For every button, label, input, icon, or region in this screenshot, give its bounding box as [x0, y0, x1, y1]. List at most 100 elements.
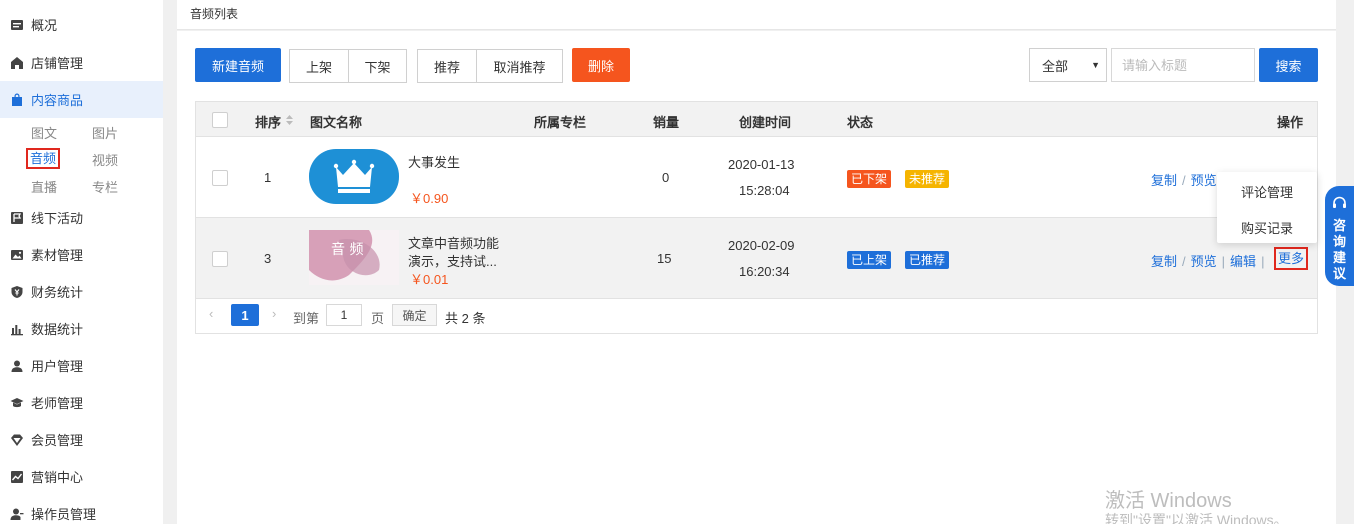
search-input[interactable]	[1111, 48, 1255, 82]
sidebar-item-label: 操作员管理	[31, 507, 97, 522]
overview-icon	[10, 18, 24, 32]
sidebar-item-label: 会员管理	[31, 433, 84, 448]
status-badge-unshelved: 已下架	[847, 170, 892, 188]
sidebar-item-label: 用户管理	[31, 359, 84, 374]
column-header-created: 创建时间	[739, 115, 792, 130]
row-date: 2020-02-09	[728, 238, 795, 253]
copy-link[interactable]: 复制	[1151, 254, 1177, 269]
sidebar-item-label: 数据统计	[31, 322, 84, 337]
page-number-current[interactable]: 1	[231, 304, 259, 326]
column-header-sales: 销量	[653, 115, 680, 130]
crown-thumbnail[interactable]	[309, 149, 399, 204]
more-button[interactable]: 更多	[1274, 247, 1309, 270]
shelve-button[interactable]: 上架	[289, 49, 349, 83]
column-header-actions: 操作	[1277, 115, 1304, 130]
flag-icon	[10, 211, 24, 225]
user-icon	[10, 359, 24, 373]
row-actions: 复制 / 预览 | 编辑 |	[1151, 251, 1269, 270]
sidebar-item-teachers[interactable]: 老师管理	[0, 384, 163, 421]
caret-down-icon: ▼	[1091, 60, 1100, 70]
goto-page-input[interactable]	[326, 304, 362, 326]
diamond-icon	[10, 433, 24, 447]
headset-icon	[1332, 196, 1347, 211]
status-badge-not-recommended: 未推荐	[905, 170, 950, 188]
select-all-checkbox[interactable]	[212, 112, 228, 128]
sidebar-item-store[interactable]: 店铺管理	[0, 44, 163, 81]
sub-item-audio[interactable]: 音频	[26, 148, 61, 169]
row-date: 2020-01-13	[728, 157, 795, 172]
row-title[interactable]: 文章中音频功能	[408, 233, 499, 252]
row-time: 15:28:04	[739, 183, 790, 198]
goto-confirm-button[interactable]: 确定	[392, 304, 437, 326]
sidebar-item-label: 营销中心	[31, 470, 84, 485]
divider: /	[1182, 254, 1186, 269]
sub-item-video[interactable]: 视频	[92, 150, 118, 169]
bar-chart-icon	[10, 322, 24, 336]
row-price: ￥0.01	[410, 272, 449, 287]
recommend-button[interactable]: 推荐	[417, 49, 477, 83]
yen-shield-icon	[10, 285, 24, 299]
prev-page-icon[interactable]: ‹	[209, 306, 213, 321]
unshelve-button[interactable]: 下架	[348, 49, 407, 83]
row-sales: 15	[657, 251, 672, 266]
consult-feedback-tab[interactable]: 咨询建议	[1325, 186, 1354, 286]
dropdown-item-comments[interactable]: 评论管理	[1217, 182, 1317, 201]
search-button[interactable]: 搜索	[1259, 48, 1318, 82]
new-audio-button[interactable]: 新建音频	[195, 48, 281, 82]
more-dropdown-menu: 评论管理 购买记录	[1217, 172, 1317, 243]
status-filter-select[interactable]: 全部 ▼	[1029, 48, 1107, 82]
row-title-continued: 演示，支持试...	[408, 254, 497, 269]
sidebar-item-operators[interactable]: 操作员管理	[0, 495, 163, 524]
row-actions: 复制 / 预览	[1151, 170, 1217, 189]
store-icon	[10, 56, 24, 70]
dropdown-item-purchases[interactable]: 购买记录	[1217, 218, 1317, 237]
audio-table: 排序 图文名称 所属专栏 销量 创建时间 状态 操作 1 大事发生 ￥0.90 …	[195, 101, 1318, 334]
windows-activation-watermark: 激活 Windows	[1105, 490, 1232, 512]
image-icon	[10, 248, 24, 262]
sidebar-item-materials[interactable]: 素材管理	[0, 236, 163, 273]
status-badge-recommended: 已推荐	[905, 251, 950, 269]
status-filter-value: 全部	[1042, 58, 1069, 74]
column-header-sort[interactable]: 排序	[255, 112, 281, 131]
sidebar-item-finance[interactable]: 财务统计	[0, 273, 163, 310]
row-checkbox[interactable]	[212, 170, 228, 186]
sidebar-item-overview[interactable]: 概况	[0, 6, 163, 43]
sidebar-item-data-stats[interactable]: 数据统计	[0, 310, 163, 347]
sidebar-item-content[interactable]: 内容商品	[0, 81, 163, 118]
bag-icon	[10, 93, 24, 107]
breadcrumb: 音频列表	[190, 7, 239, 21]
sidebar-item-label: 内容商品	[31, 93, 84, 108]
preview-link[interactable]: 预览	[1191, 254, 1217, 269]
sidebar-item-users[interactable]: 用户管理	[0, 347, 163, 384]
preview-link[interactable]: 预览	[1191, 173, 1217, 188]
thumbnail-text: 音 频	[331, 241, 363, 258]
edit-link[interactable]: 编辑	[1230, 254, 1256, 269]
line-chart-icon	[10, 470, 24, 484]
audio-thumbnail[interactable]: 音 频	[309, 230, 399, 285]
copy-link[interactable]: 复制	[1151, 173, 1177, 188]
row-sort: 1	[264, 170, 272, 185]
sidebar-item-members[interactable]: 会员管理	[0, 421, 163, 458]
sort-icon[interactable]	[285, 114, 294, 129]
sidebar-item-marketing[interactable]: 营销中心	[0, 458, 163, 495]
next-page-icon[interactable]: ›	[272, 306, 276, 321]
status-badge-shelved: 已上架	[847, 251, 892, 269]
sidebar-item-label: 老师管理	[31, 396, 84, 411]
breadcrumb-bar: 音频列表	[177, 0, 1336, 30]
row-title[interactable]: 大事发生	[408, 152, 460, 171]
windows-activation-hint: 转到"设置"以激活 Windows。	[1105, 512, 1288, 524]
sub-item-live[interactable]: 直播	[31, 177, 57, 196]
sidebar-item-label: 概况	[31, 18, 58, 33]
sidebar-item-label: 店铺管理	[31, 56, 84, 71]
sidebar-item-label: 素材管理	[31, 248, 84, 263]
sidebar: 概况 店铺管理 内容商品 图文 图片 音频 视频 直播 专栏 线下活动 素材管理…	[0, 0, 163, 524]
row-checkbox[interactable]	[212, 251, 228, 267]
sidebar-item-label: 线下活动	[31, 211, 84, 226]
sub-item-article[interactable]: 图文	[31, 123, 57, 142]
sub-item-column[interactable]: 专栏	[92, 177, 118, 196]
consult-label: 咨询建议	[1333, 218, 1347, 281]
sub-item-image[interactable]: 图片	[92, 123, 118, 142]
delete-button[interactable]: 删除	[572, 48, 630, 82]
sidebar-item-offline-events[interactable]: 线下活动	[0, 199, 163, 236]
unrecommend-button[interactable]: 取消推荐	[476, 49, 563, 83]
